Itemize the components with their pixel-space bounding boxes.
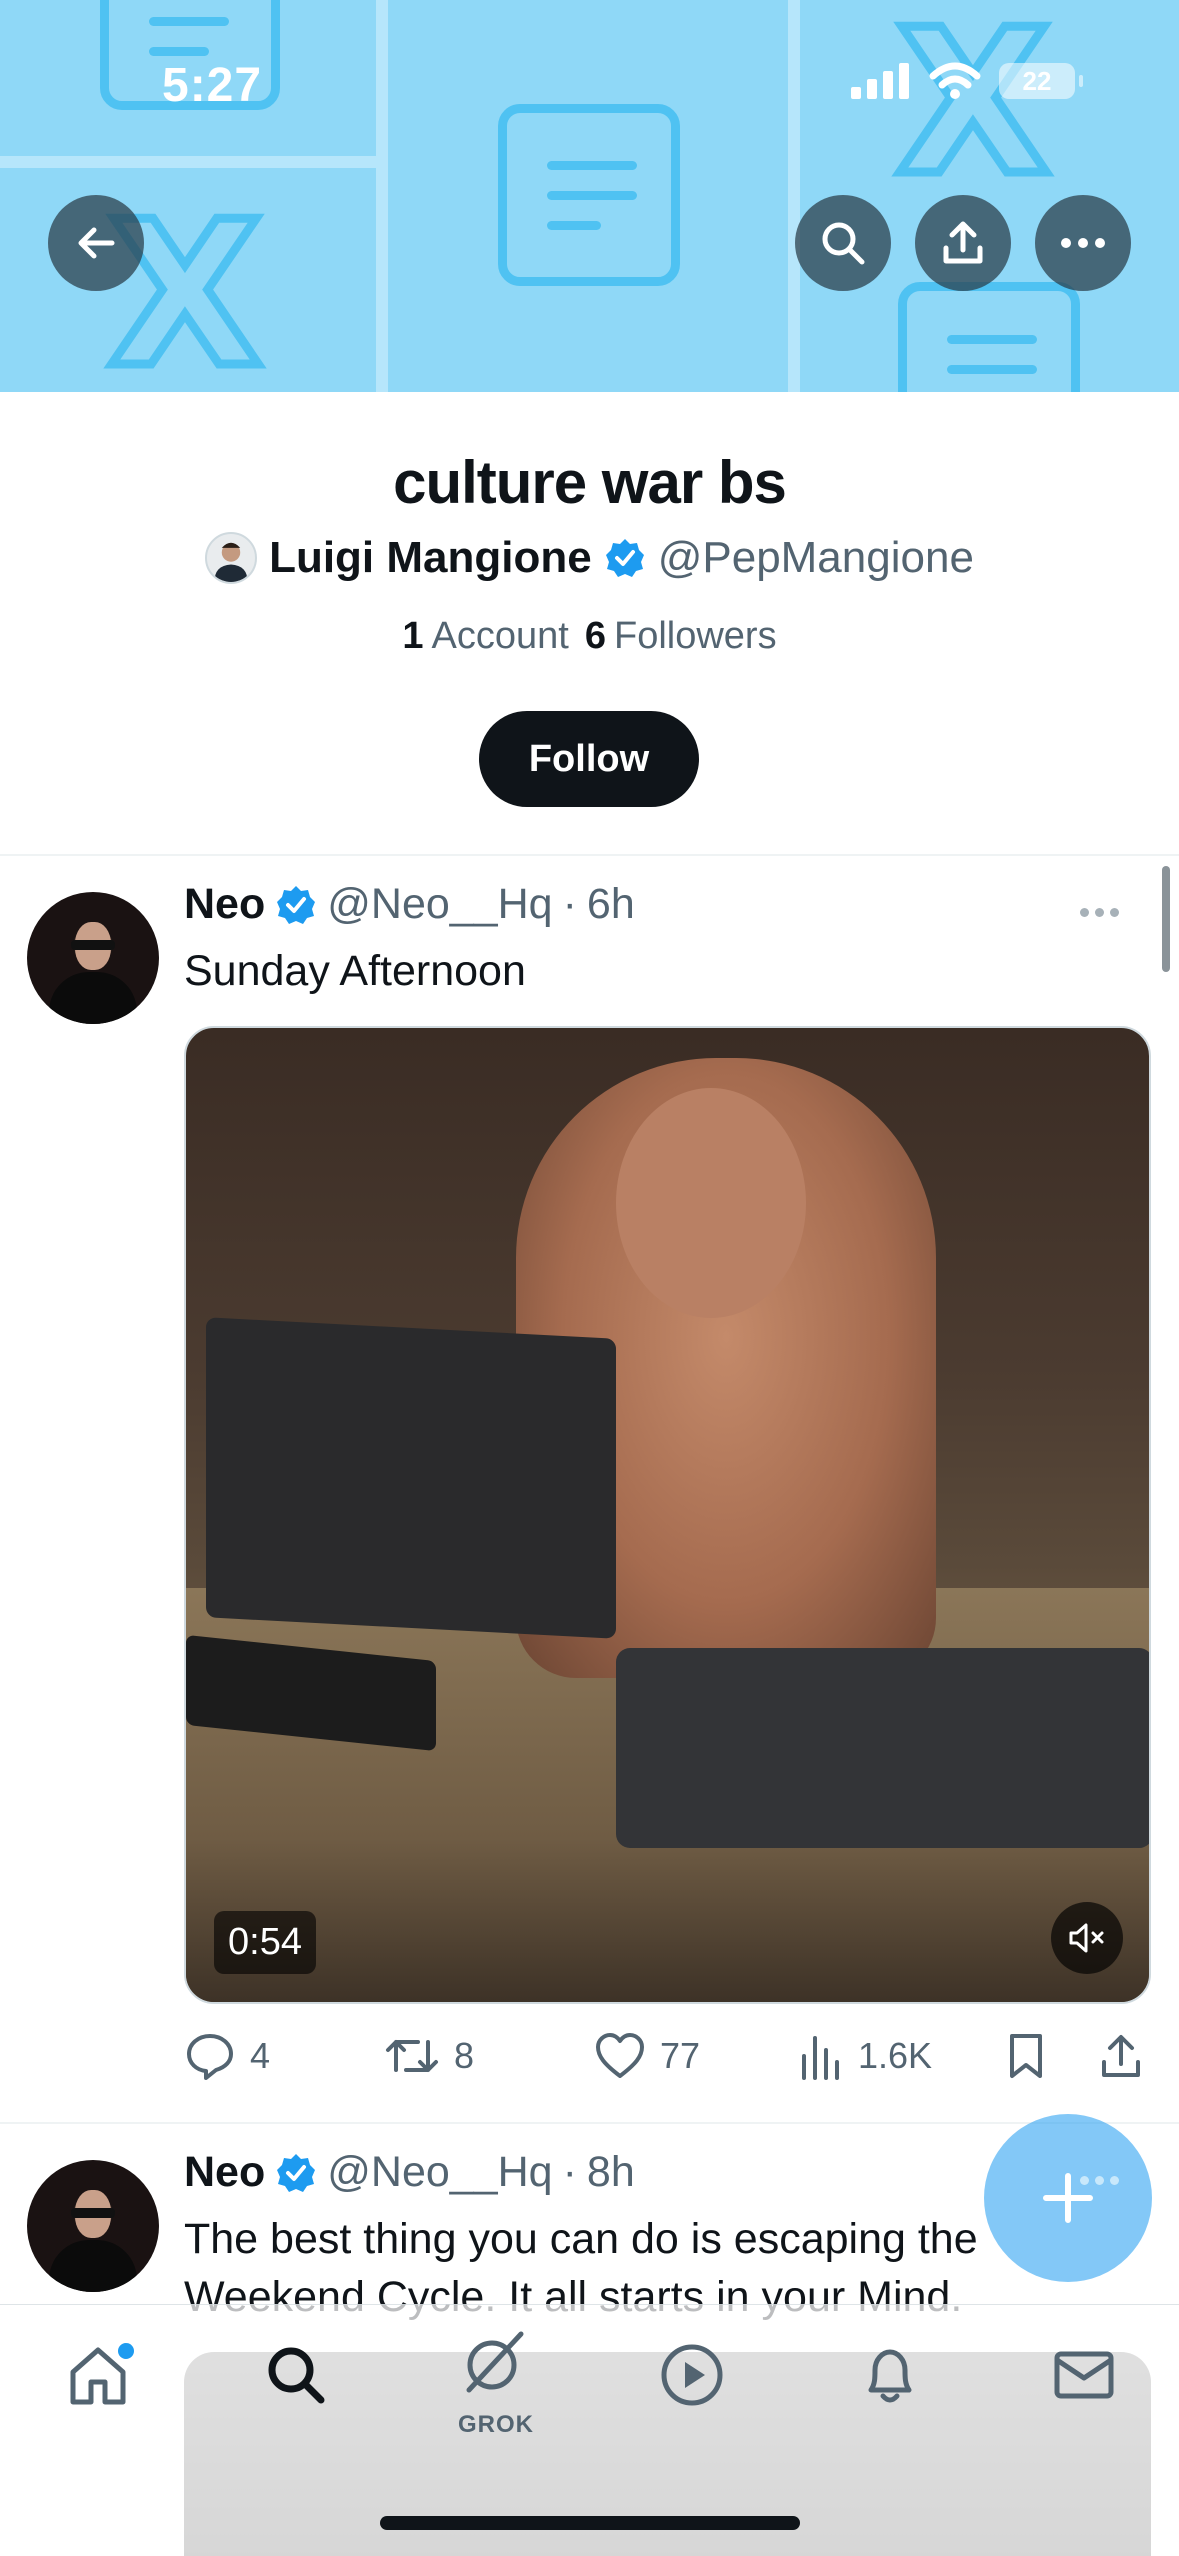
mute-button[interactable]: [1051, 1902, 1123, 1974]
share-icon: [943, 221, 983, 264]
share-icon: [1102, 2035, 1140, 2077]
home-indicator[interactable]: [380, 2516, 800, 2530]
author-name[interactable]: Neo: [184, 2148, 265, 2197]
verified-badge-icon: [277, 2153, 316, 2192]
tweet-header: Neo @Neo__Hq · 6h: [184, 880, 635, 929]
followers-stat[interactable]: 6 Followers: [585, 615, 777, 658]
tweet-time: 6h: [586, 880, 635, 928]
owner-name: Luigi Mangione: [269, 533, 592, 582]
wifi-icon: [929, 62, 981, 99]
search-icon: [268, 2347, 325, 2404]
account-label: Account: [431, 615, 569, 657]
repost-button[interactable]: 8: [384, 2024, 474, 2088]
tweet-video[interactable]: 0:54: [184, 1026, 1151, 2004]
repost-count: 8: [454, 2035, 475, 2076]
list-owner[interactable]: Luigi Mangione @PepMangione: [0, 532, 1179, 584]
follower-count: 6: [584, 615, 606, 657]
tweet-header: Neo @Neo__Hq · 8h: [184, 2148, 635, 2197]
notification-dot: [118, 2343, 134, 2359]
video-duration: 0:54: [214, 1911, 316, 1974]
tab-video[interactable]: [652, 2335, 732, 2415]
tweet-text: Sunday Afternoon: [184, 947, 526, 995]
owner-avatar-image: [214, 542, 248, 582]
avatar[interactable]: [27, 892, 159, 1024]
follower-label: Followers: [613, 615, 777, 657]
grok-icon: [466, 2331, 524, 2393]
author-handle[interactable]: @Neo__Hq: [327, 2148, 552, 2197]
signal-icon: [851, 63, 909, 99]
list-title: culture war bs: [393, 449, 787, 516]
tab-grok[interactable]: [454, 2323, 534, 2403]
repost-icon: [386, 2040, 438, 2072]
status-time: 5:27: [162, 59, 263, 112]
separator: ·: [562, 880, 577, 928]
share-tweet-button[interactable]: [1098, 2024, 1144, 2088]
play-icon: [661, 2344, 723, 2406]
battery-indicator: 22: [999, 63, 1083, 99]
reply-button[interactable]: 4: [184, 2024, 270, 2088]
verified-badge-icon: [605, 539, 644, 577]
divider: [0, 2122, 1179, 2124]
more-button[interactable]: [1035, 195, 1131, 291]
grok-label: GROK: [458, 2411, 534, 2438]
views-chart-icon: [802, 2036, 839, 2080]
x-logo-icon: X: [891, 0, 1054, 220]
list-stats: 1 Account 6 Followers: [0, 615, 1179, 658]
accounts-stat[interactable]: 1 Account: [402, 615, 568, 658]
tab-search[interactable]: [256, 2335, 336, 2415]
bell-icon: [868, 2349, 912, 2403]
heart-icon: [596, 2033, 644, 2078]
speaker-muted-icon: [1069, 1923, 1104, 1953]
owner-handle: @PepMangione: [657, 533, 974, 582]
tweet-time: 8h: [586, 2148, 635, 2196]
back-button[interactable]: [48, 195, 144, 291]
like-count: 77: [660, 2035, 701, 2076]
avatar[interactable]: [27, 2160, 159, 2292]
reply-icon: [187, 2034, 233, 2080]
account-count: 1: [402, 615, 424, 657]
share-button[interactable]: [915, 195, 1011, 291]
status-icons: 22: [851, 62, 1083, 100]
reply-count: 4: [250, 2035, 271, 2076]
tweet-more-icon[interactable]: [1080, 2176, 1119, 2185]
document-icon: [498, 104, 680, 286]
view-count: 1.6K: [858, 2035, 933, 2076]
like-button[interactable]: 77: [594, 2024, 700, 2088]
author-name[interactable]: Neo: [184, 880, 265, 929]
bookmark-icon: [1010, 2034, 1042, 2078]
back-arrow-icon: [78, 227, 115, 259]
mail-icon: [1054, 2351, 1114, 2399]
document-icon: [898, 282, 1080, 392]
follow-button[interactable]: Follow: [479, 711, 699, 807]
author-handle[interactable]: @Neo__Hq: [327, 880, 552, 929]
tab-messages[interactable]: [1044, 2335, 1124, 2415]
verified-badge-icon: [277, 885, 316, 924]
divider: [0, 854, 1179, 856]
tweet-more-icon[interactable]: [1080, 908, 1119, 917]
views-button[interactable]: 1.6K: [800, 2024, 932, 2088]
more-icon: [1061, 238, 1105, 248]
avatar[interactable]: [205, 532, 258, 584]
separator: ·: [562, 2148, 577, 2196]
tab-notifications[interactable]: [850, 2335, 930, 2415]
search-icon: [822, 222, 865, 265]
compose-button[interactable]: [984, 2114, 1152, 2282]
bookmark-button[interactable]: [1006, 2024, 1046, 2088]
tweet-actions: 4 8 77 1.6K: [184, 2024, 1149, 2088]
search-button[interactable]: [795, 195, 891, 291]
scrollbar[interactable]: [1162, 866, 1170, 972]
